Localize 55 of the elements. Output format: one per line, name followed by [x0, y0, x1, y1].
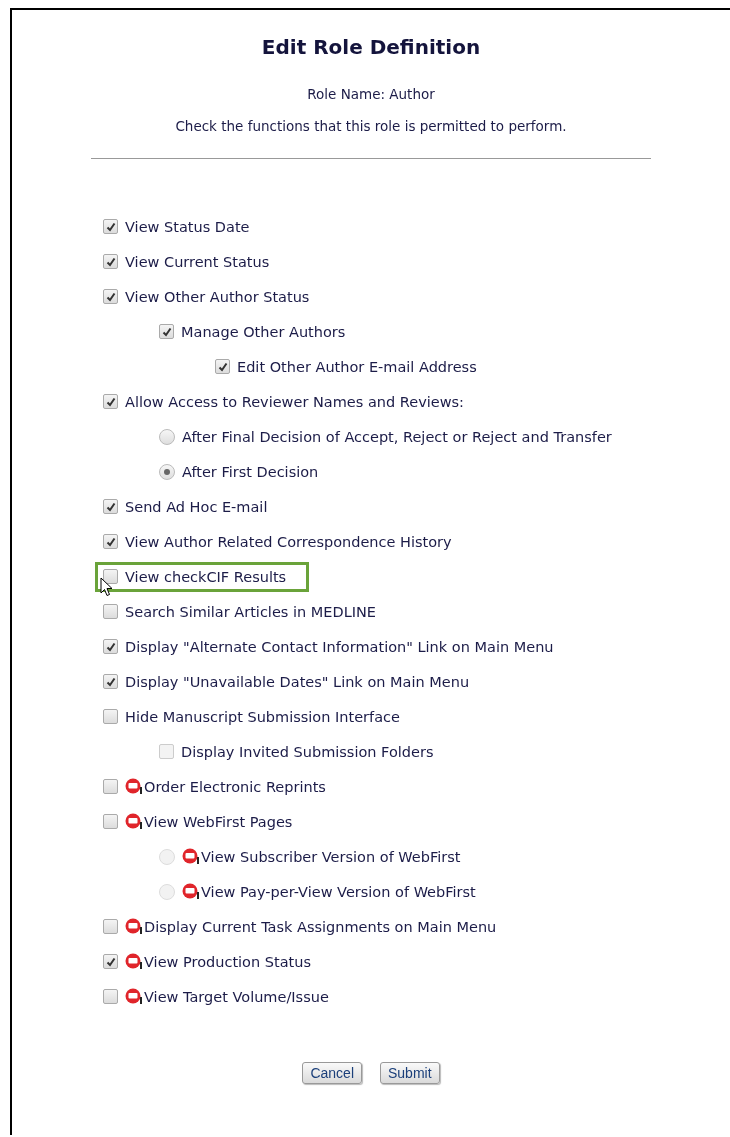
- option-label: Display "Alternate Contact Information" Link on Main Menu: [125, 638, 554, 655]
- option-label: Edit Other Author E-mail Address: [237, 358, 477, 375]
- checkbox[interactable]: [215, 359, 230, 374]
- option-label: View Target Volume/Issue: [144, 988, 329, 1005]
- checkbox[interactable]: [103, 779, 118, 794]
- option-label: Send Ad Hoc E-mail: [125, 498, 268, 515]
- checkbox[interactable]: [103, 674, 118, 689]
- radio-button[interactable]: [159, 463, 175, 480]
- badge-icon: [125, 778, 142, 795]
- option-label: Display Invited Submission Folders: [181, 743, 434, 760]
- checkbox[interactable]: [103, 219, 118, 234]
- badge-icon: [182, 848, 199, 865]
- checkbox[interactable]: [103, 709, 118, 724]
- badge-icon: [125, 988, 142, 1005]
- option-label: View Status Date: [125, 218, 250, 235]
- option-label: Allow Access to Reviewer Names and Reviews:: [125, 393, 464, 410]
- role-name: Role Name: Author: [307, 86, 435, 102]
- option-label: View Subscriber Version of WebFirst: [201, 848, 461, 865]
- badge-icon: [125, 953, 142, 970]
- option-label: View Other Author Status: [125, 288, 310, 305]
- cancel-button[interactable]: Cancel: [302, 1062, 362, 1084]
- option-label: Display "Unavailable Dates" Link on Main Menu: [125, 673, 470, 690]
- checkbox[interactable]: [103, 989, 118, 1004]
- cursor-icon: [100, 576, 114, 597]
- radio-button[interactable]: [159, 428, 175, 445]
- checkbox[interactable]: [103, 499, 118, 514]
- option-label: After First Decision: [182, 463, 319, 480]
- checkbox[interactable]: [103, 534, 118, 549]
- option-label: View Author Related Correspondence History: [125, 533, 452, 550]
- option-label: Order Electronic Reprints: [144, 778, 326, 795]
- instruction-text: Check the functions that this role is permitted to perform.: [175, 118, 567, 134]
- option-label: View Pay-per-View Version of WebFirst: [201, 883, 476, 900]
- submit-button[interactable]: Submit: [380, 1062, 440, 1084]
- badge-icon: [125, 813, 142, 830]
- checkbox[interactable]: [103, 604, 118, 619]
- option-label: Manage Other Authors: [181, 323, 346, 340]
- option-label: View checkCIF Results: [125, 568, 287, 585]
- page-title: Edit Role Definition: [261, 35, 481, 59]
- checkbox[interactable]: [103, 289, 118, 304]
- option-label: Hide Manuscript Submission Interface: [125, 708, 400, 725]
- option-label: After Final Decision of Accept, Reject or Reject and Transfer: [182, 428, 612, 445]
- checkbox[interactable]: [103, 639, 118, 654]
- option-label: Search Similar Articles in MEDLINE: [125, 603, 376, 620]
- option-label: View WebFirst Pages: [144, 813, 293, 830]
- badge-icon: [182, 883, 199, 900]
- option-label: Display Current Task Assignments on Main Menu: [144, 918, 497, 935]
- option-label: View Production Status: [144, 953, 311, 970]
- checkbox[interactable]: [103, 919, 118, 934]
- checkbox[interactable]: [103, 254, 118, 269]
- badge-icon: [125, 918, 142, 935]
- checkbox[interactable]: [103, 954, 118, 969]
- option-label: View Current Status: [125, 253, 270, 270]
- checkbox[interactable]: [103, 814, 118, 829]
- checkbox[interactable]: [103, 394, 118, 409]
- checkbox[interactable]: [159, 324, 174, 339]
